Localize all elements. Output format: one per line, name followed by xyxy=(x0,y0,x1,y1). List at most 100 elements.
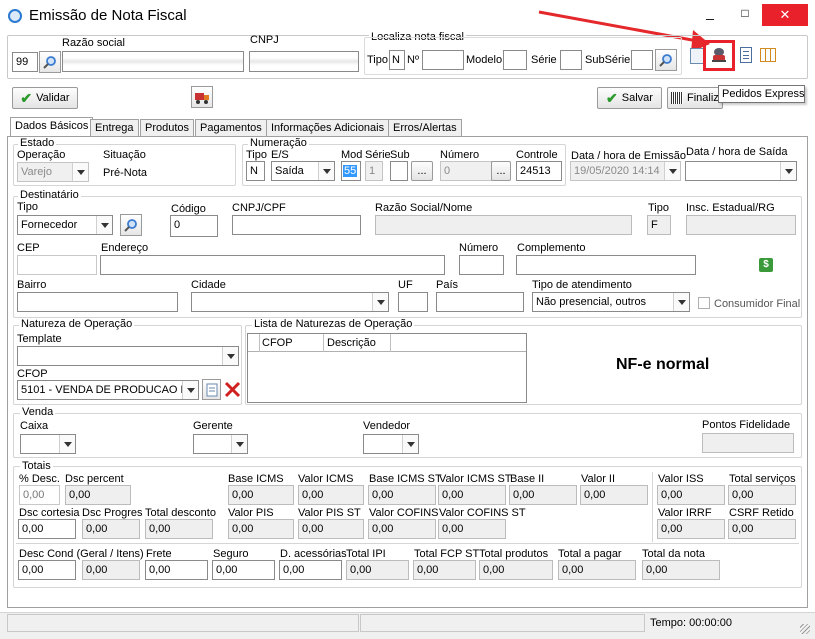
complemento-input[interactable] xyxy=(516,255,696,275)
saida-select[interactable] xyxy=(685,161,797,181)
consumidor-checkbox[interactable] xyxy=(698,297,710,309)
cfop-delete-icon[interactable] xyxy=(223,380,242,399)
grid-icon[interactable] xyxy=(760,48,776,62)
caixa-label: Caixa xyxy=(20,420,49,432)
localiza-modelo-input[interactable] xyxy=(503,50,527,70)
validar-button[interactable]: ✔ Validar xyxy=(12,87,78,109)
estado-title: Estado xyxy=(18,137,57,149)
mod-label: Mod xyxy=(341,149,363,161)
maximize-button[interactable]: □ xyxy=(735,6,755,26)
cidade-select[interactable] xyxy=(191,292,389,312)
es-select[interactable]: Saída xyxy=(271,161,335,181)
caixa-select[interactable] xyxy=(20,434,76,454)
vendedor-select[interactable] xyxy=(363,434,419,454)
total-field: 0,00 xyxy=(479,560,553,580)
total-field: 0,00 xyxy=(728,485,796,505)
total-label: Valor PIS xyxy=(228,507,274,519)
lista-naturezas-table[interactable]: CFOP Descrição xyxy=(247,333,527,403)
chevron-down-icon xyxy=(318,162,334,180)
endereco-input[interactable] xyxy=(100,255,445,275)
tab-dados-basicos[interactable]: Dados Básicos xyxy=(10,117,94,137)
pedidos-express-icon[interactable] xyxy=(710,46,728,64)
total-field[interactable]: 0,00 xyxy=(18,560,76,580)
pais-input[interactable] xyxy=(436,292,524,312)
emissao-select[interactable]: 19/05/2020 14:14 xyxy=(570,161,681,181)
salvar-button[interactable]: ✔ Salvar xyxy=(597,87,662,109)
total-field[interactable]: 0,00 xyxy=(212,560,275,580)
dest-search-button[interactable] xyxy=(120,214,142,236)
total-label: Total IPI xyxy=(346,548,386,560)
col-descricao-header[interactable]: Descrição xyxy=(327,337,376,349)
localiza-serie-label: Série xyxy=(531,54,557,66)
total-field[interactable]: 0,00 xyxy=(19,485,60,505)
totais-title: Totais xyxy=(20,460,53,472)
cnpj-input[interactable] xyxy=(249,51,359,72)
numero-lookup-button[interactable]: ... xyxy=(491,161,511,181)
window-title: Emissão de Nota Fiscal xyxy=(29,7,187,24)
total-label: Dsc Progres xyxy=(82,507,143,519)
localiza-search-button[interactable] xyxy=(655,49,677,71)
total-field[interactable]: 0,00 xyxy=(279,560,342,580)
uf-input[interactable] xyxy=(398,292,428,312)
cnpjcpf-input[interactable] xyxy=(232,215,361,235)
total-label: Valor ICMS ST xyxy=(439,473,512,485)
total-label: Valor ICMS xyxy=(298,473,354,485)
report-icon[interactable] xyxy=(740,47,752,63)
document-list-icon[interactable] xyxy=(690,48,704,64)
col-cfop-header[interactable]: CFOP xyxy=(262,337,293,349)
dest-numero-input[interactable] xyxy=(459,255,504,275)
tab-entrega[interactable]: Entrega xyxy=(90,119,139,136)
resize-grip-icon[interactable] xyxy=(800,624,810,634)
total-field: 0,00 xyxy=(298,519,364,539)
cfop-select[interactable]: 5101 - VENDA DE PRODUCAO DO xyxy=(17,380,199,400)
vendedor-label: Vendedor xyxy=(363,420,411,432)
dest-tipo-select[interactable]: Fornecedor xyxy=(17,215,113,235)
serie-lookup-button[interactable]: ... xyxy=(411,161,433,181)
numeracao-title: Numeração xyxy=(248,137,309,149)
cep-label: CEP xyxy=(17,242,40,254)
code-input[interactable]: 99 xyxy=(12,52,38,72)
num-numero-input[interactable]: 0 xyxy=(440,161,492,181)
total-field[interactable]: 0,00 xyxy=(18,519,76,539)
razao-social-input[interactable] xyxy=(62,51,244,72)
controle-input[interactable]: 24513 xyxy=(516,161,562,181)
endereco-label: Endereço xyxy=(101,242,149,254)
truck-button[interactable] xyxy=(191,86,213,108)
total-field[interactable]: 0,00 xyxy=(145,560,208,580)
cep-input[interactable] xyxy=(17,255,97,275)
localiza-numero-input[interactable] xyxy=(422,50,464,70)
template-select[interactable] xyxy=(17,346,239,366)
localiza-serie-input[interactable] xyxy=(560,50,582,70)
tab-informacoes-adicionais[interactable]: Informações Adicionais xyxy=(266,119,390,136)
lista-naturezas-title: Lista de Naturezas de Operação xyxy=(252,318,415,330)
truck-icon xyxy=(195,93,209,104)
cfop-edit-button[interactable] xyxy=(202,379,221,400)
totais-separator xyxy=(16,543,799,544)
chevron-down-icon xyxy=(59,435,75,453)
atendimento-select[interactable]: Não presencial, outros xyxy=(532,292,690,312)
codigo-input[interactable]: 0 xyxy=(170,215,218,237)
salvar-label: Salvar xyxy=(621,92,653,104)
finalizar-button[interactable]: Finaliz xyxy=(667,87,723,109)
tab-produtos[interactable]: Produtos xyxy=(140,119,195,136)
tab-pagamentos[interactable]: Pagamentos xyxy=(195,119,267,136)
mod-input[interactable]: 55 xyxy=(341,161,361,181)
total-label: Total a pagar xyxy=(558,548,622,560)
total-label: Total serviços xyxy=(729,473,796,485)
search-code-button[interactable] xyxy=(39,51,61,73)
num-serie-input[interactable]: 1 xyxy=(365,161,383,181)
tab-erros-alertas[interactable]: Erros/Alertas xyxy=(388,119,462,136)
gerente-select[interactable] xyxy=(193,434,248,454)
localiza-tipo-input[interactable]: N xyxy=(389,50,405,70)
localiza-modelo-label: Modelo xyxy=(466,54,503,66)
close-button[interactable]: ✕ xyxy=(762,4,808,26)
sub-input[interactable] xyxy=(390,161,408,181)
bairro-input[interactable] xyxy=(17,292,178,312)
dollar-icon[interactable]: $ xyxy=(759,258,773,272)
num-tipo-input[interactable]: N xyxy=(246,161,265,181)
total-field: 0,00 xyxy=(145,519,213,539)
operacao-select[interactable]: Varejo xyxy=(17,162,89,182)
localiza-subserie-input[interactable] xyxy=(631,50,653,70)
operacao-value: Varejo xyxy=(21,166,52,178)
total-label: Valor COFINS ST xyxy=(439,507,526,519)
